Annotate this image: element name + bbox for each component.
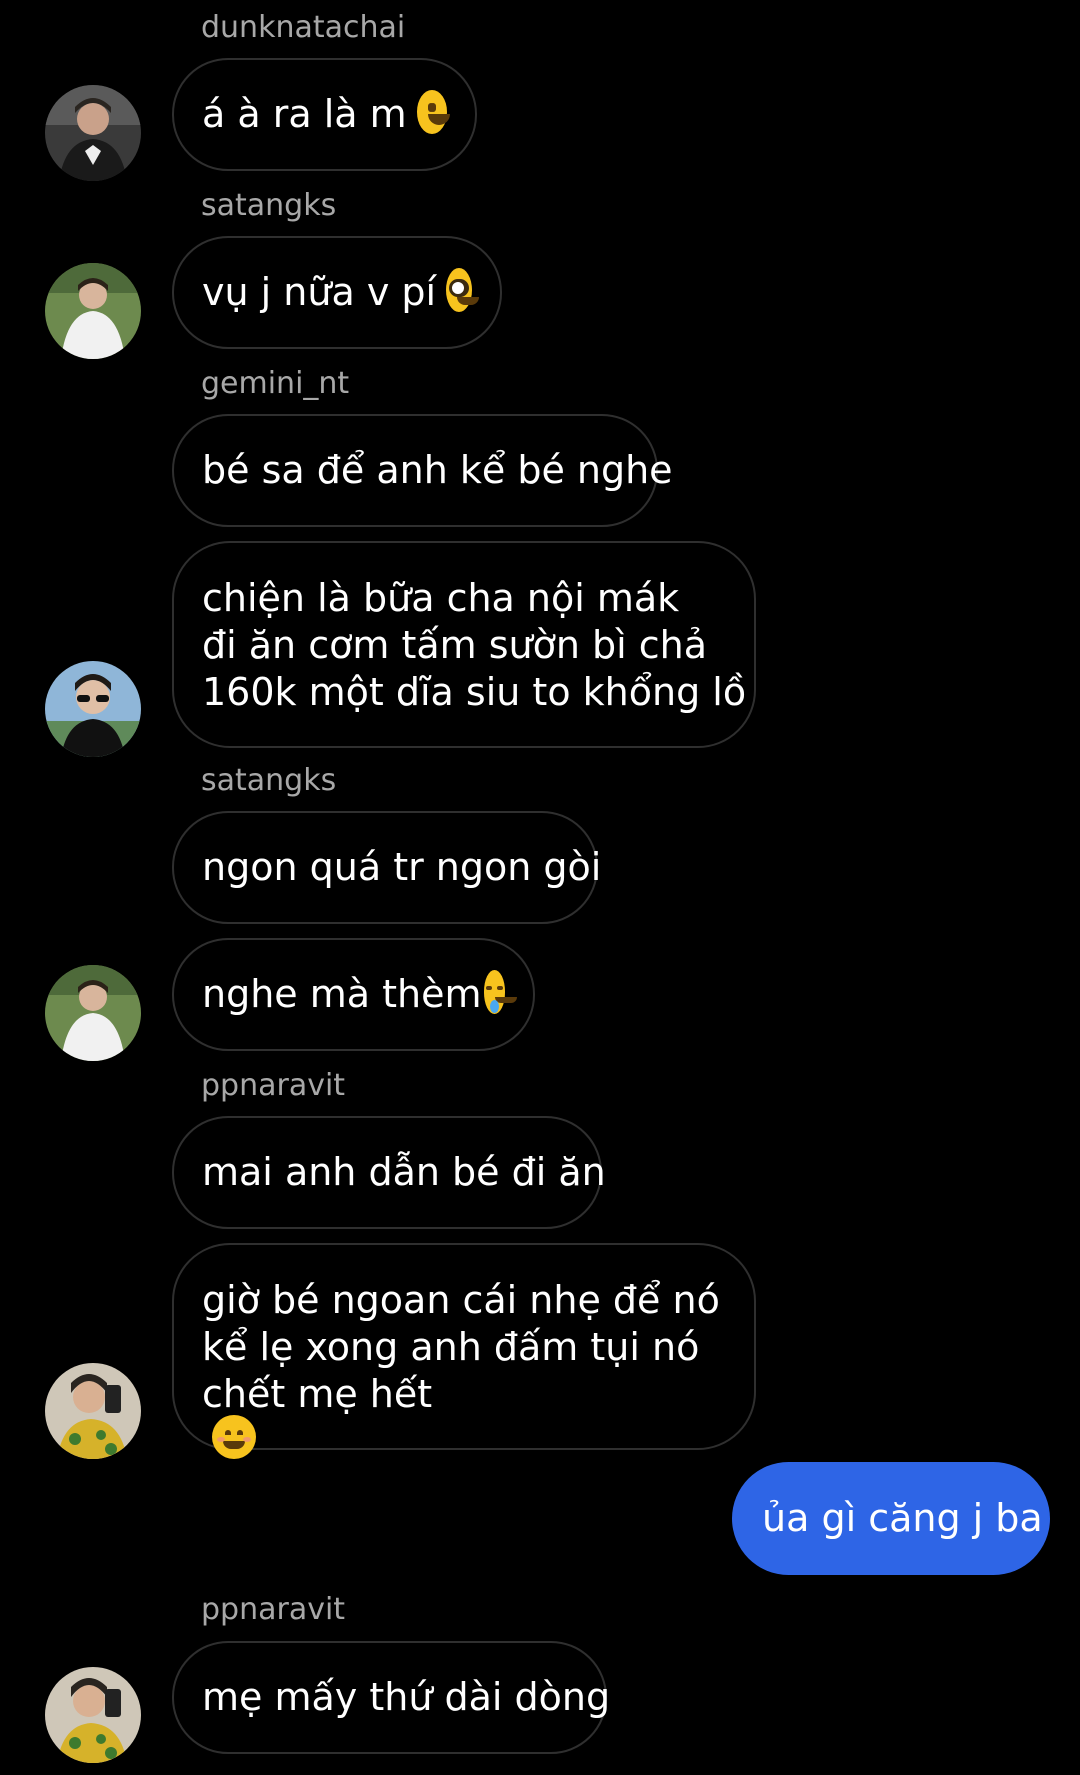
message-line: chết mẹ hết [202,1372,433,1416]
message-bubble[interactable]: bé sa để anh kể bé nghe [172,414,673,527]
message-bubble[interactable]: nghe mà thèm [172,938,535,1051]
message-line: 160k một dĩa siu to khổng lồ [202,670,747,714]
message-text: ủa gì căng j ba [762,1496,1043,1540]
nerd-face-icon [446,267,480,312]
sender-name: satangks [201,763,337,798]
message-line: giờ bé ngoan cái nhẹ để nó [202,1278,720,1322]
sender-name: dunknatachai [201,10,406,45]
sender-name: satangks [201,188,337,223]
message-bubble[interactable]: chiện là bữa cha nội mák đi ăn cơm tấm s… [172,541,756,748]
message-line-wrap: chết mẹ hết [202,1371,720,1462]
avatar[interactable] [45,965,141,1061]
message-text: ngon quá tr ngon gòi [202,845,602,889]
message-bubble[interactable]: mai anh dẫn bé đi ăn [172,1116,606,1229]
avatar[interactable] [45,85,141,181]
sender-name: ppnaravit [201,1592,346,1627]
message-text: á à ra là m [202,92,407,136]
avatar[interactable] [45,661,141,757]
message-line: chiện là bữa cha nội mák [202,576,680,620]
message-bubble[interactable]: mẹ mấy thứ dài dòng [172,1641,611,1754]
avatar[interactable] [45,263,141,359]
my-message-bubble[interactable]: ủa gì căng j ba [732,1462,1050,1575]
avatar[interactable] [45,1667,141,1763]
sender-name: gemini_nt [201,366,350,401]
message-text: bé sa để anh kể bé nghe [202,448,673,492]
smiling-face-icon [212,1415,256,1459]
message-bubble[interactable]: ngon quá tr ngon gòi [172,811,602,924]
chat-screen: { "messages": { "m1": {"sender": "dunkna… [0,0,1080,1775]
drooling-face-icon [483,969,517,1014]
message-text: mẹ mấy thứ dài dòng [202,1675,611,1719]
message-line: kể lẹ xong anh đấm tụi nó [202,1325,700,1369]
message-text: vụ j nữa v pí [202,270,437,314]
message-text: nghe mà thèm [202,972,482,1016]
sender-name: ppnaravit [201,1068,346,1103]
message-bubble[interactable]: vụ j nữa v pí [172,236,502,349]
message-bubble[interactable]: giờ bé ngoan cái nhẹ để nó kể lẹ xong an… [172,1243,756,1459]
grinning-face-icon [416,89,450,134]
message-text: mai anh dẫn bé đi ăn [202,1150,606,1194]
message-bubble[interactable]: á à ra là m [172,58,477,171]
message-line: đi ăn cơm tấm sườn bì chả [202,623,708,667]
avatar[interactable] [45,1363,141,1459]
